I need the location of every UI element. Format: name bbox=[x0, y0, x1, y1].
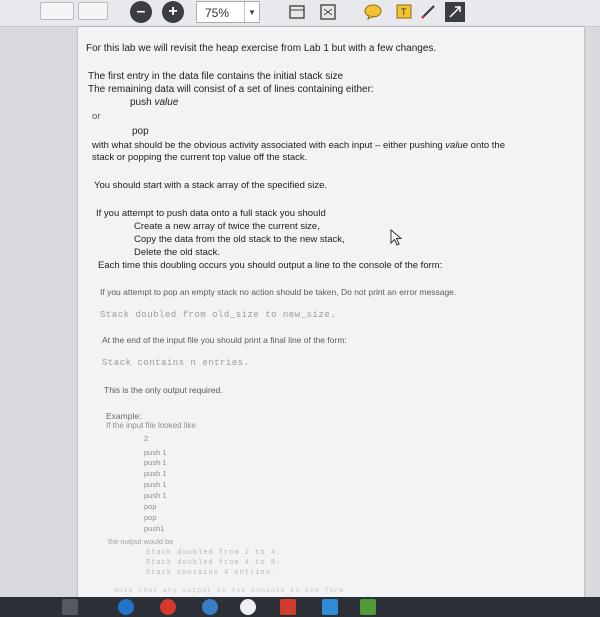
list-item: pop bbox=[144, 513, 157, 522]
comment-icon[interactable] bbox=[363, 3, 383, 21]
list-item: 2 bbox=[144, 434, 149, 443]
list-item: push 1 bbox=[144, 491, 167, 500]
pen-icon[interactable] bbox=[418, 3, 438, 21]
fit-page-icon[interactable] bbox=[287, 3, 307, 21]
cursor-icon bbox=[390, 228, 404, 252]
list-item: pop bbox=[144, 502, 157, 511]
activity-line-1: with what should be the obvious activity… bbox=[92, 140, 505, 151]
mail-icon[interactable] bbox=[322, 599, 338, 615]
opera-icon[interactable] bbox=[160, 599, 176, 615]
doubled-format-text: Stack doubled from old_size to new_size. bbox=[100, 310, 337, 320]
page-nav-button[interactable] bbox=[78, 2, 108, 20]
full-stack-text: If you attempt to push data onto a full … bbox=[96, 208, 326, 219]
step-copy: Copy the data from the old stack to the … bbox=[134, 234, 345, 245]
list-item: push1 bbox=[144, 524, 165, 533]
if-input-text: If the input file looked like bbox=[106, 421, 196, 430]
zoom-select[interactable]: 75% ▼ bbox=[196, 1, 260, 23]
text-box-icon[interactable]: T bbox=[394, 3, 414, 21]
contains-format-text: Stack contains n entries. bbox=[102, 358, 250, 368]
start-with-text: You should start with a stack array of t… bbox=[94, 180, 328, 191]
empty-pop-text: If you attempt to pop an empty stack no … bbox=[100, 287, 457, 297]
example-label: Example: bbox=[106, 411, 142, 421]
edge-browser-icon[interactable] bbox=[118, 599, 134, 615]
task-view-icon[interactable] bbox=[62, 599, 78, 615]
push-command: push bbox=[130, 97, 152, 108]
step-delete: Delete the old stack. bbox=[134, 247, 221, 258]
or-text: or bbox=[92, 111, 101, 122]
document-page: For this lab we will revisit the heap ex… bbox=[78, 27, 584, 597]
list-item: Stack doubled from 4 to 8. bbox=[146, 559, 282, 567]
chevron-down-icon[interactable]: ▼ bbox=[244, 2, 259, 22]
list-item: push 1 bbox=[144, 458, 167, 467]
cut-off-text: Note that any output to the console in t… bbox=[114, 587, 345, 594]
taskbar bbox=[0, 597, 600, 617]
list-item: push 1 bbox=[144, 480, 167, 489]
output-label: the output would be bbox=[108, 537, 174, 546]
only-output-text: This is the only output required. bbox=[104, 385, 223, 395]
remaining-text: The remaining data will consist of a set… bbox=[88, 84, 374, 95]
svg-text:T: T bbox=[401, 7, 407, 17]
expand-icon[interactable] bbox=[445, 2, 465, 22]
list-item: Stack doubled from 2 to 4. bbox=[146, 549, 282, 557]
explorer-icon[interactable] bbox=[202, 599, 218, 615]
minus-icon[interactable]: – bbox=[130, 1, 152, 23]
zoom-value: 75% bbox=[205, 6, 230, 20]
list-item: push 1 bbox=[144, 469, 167, 478]
pdf-toolbar: – + 75% ▼ T bbox=[0, 0, 600, 27]
step-create: Create a new array of twice the current … bbox=[134, 221, 320, 232]
acrobat-icon[interactable] bbox=[280, 599, 296, 615]
doubling-text: Each time this doubling occurs you shoul… bbox=[98, 260, 443, 271]
push-value-word: value bbox=[154, 97, 179, 108]
store-icon[interactable] bbox=[360, 599, 376, 615]
end-of-file-text: At the end of the input file you should … bbox=[102, 335, 347, 345]
first-entry-text: The first entry in the data file contain… bbox=[88, 71, 344, 82]
page-nav-button[interactable] bbox=[40, 2, 74, 20]
intro-text: For this lab we will revisit the heap ex… bbox=[86, 43, 437, 54]
list-item: push 1 bbox=[144, 448, 167, 457]
fullscreen-icon[interactable] bbox=[318, 3, 338, 21]
push-value-line: push value bbox=[130, 97, 178, 108]
chrome-icon[interactable] bbox=[240, 599, 256, 615]
list-item: Stack contains 4 entries. bbox=[146, 569, 277, 577]
pop-command: pop bbox=[132, 126, 149, 137]
plus-icon[interactable]: + bbox=[162, 1, 184, 23]
activity-line-2: stack or popping the current top value o… bbox=[92, 152, 308, 163]
